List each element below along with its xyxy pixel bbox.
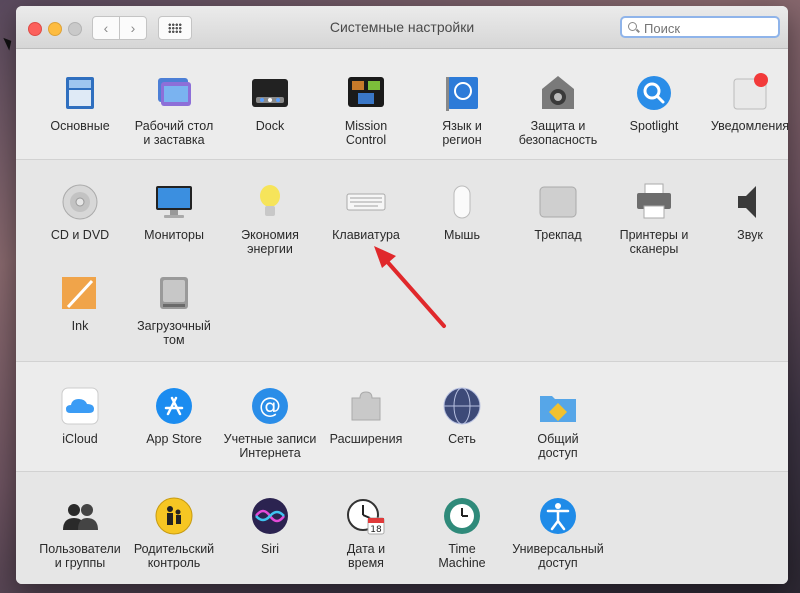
annotation-arrow (374, 246, 446, 328)
system-preferences-window: ‹ › Системные настройки ОсновныеРабочий … (16, 6, 788, 584)
mouse-cursor-icon (3, 35, 15, 51)
